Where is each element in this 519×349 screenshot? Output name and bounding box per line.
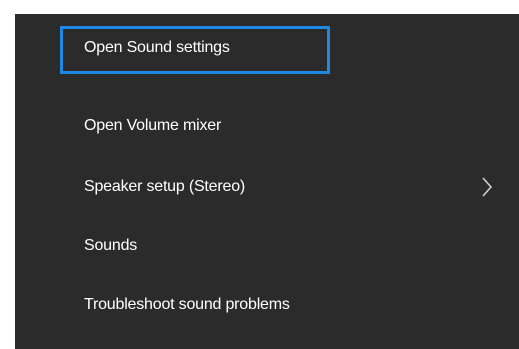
menu-item-open-sound-settings[interactable]: Open Sound settings bbox=[15, 19, 519, 77]
menu-item-sounds[interactable]: Sounds bbox=[15, 217, 519, 275]
keyboard-focus-ring bbox=[60, 26, 330, 74]
menu-item-open-volume-mixer[interactable]: Open Volume mixer bbox=[15, 97, 519, 155]
menu-item-label: Speaker setup (Stereo) bbox=[84, 178, 246, 195]
screenshot-frame: Open Sound settings Open Volume mixer Sp… bbox=[0, 0, 519, 349]
menu-item-label: Troubleshoot sound problems bbox=[84, 296, 290, 313]
menu-item-label: Open Volume mixer bbox=[84, 117, 222, 134]
sound-context-menu: Open Sound settings Open Volume mixer Sp… bbox=[15, 14, 519, 349]
chevron-right-icon bbox=[481, 176, 493, 198]
menu-item-speaker-setup[interactable]: Speaker setup (Stereo) bbox=[15, 158, 519, 216]
menu-item-troubleshoot-sound-problems[interactable]: Troubleshoot sound problems bbox=[15, 276, 519, 334]
menu-item-label: Sounds bbox=[84, 237, 138, 254]
